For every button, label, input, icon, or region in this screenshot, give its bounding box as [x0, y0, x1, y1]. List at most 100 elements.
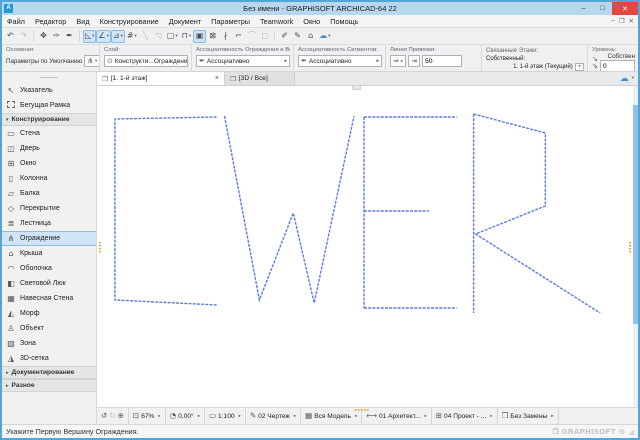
offset-input[interactable]: [422, 55, 462, 67]
section-misc[interactable]: ▸Разное: [2, 379, 96, 392]
railing-letter-C[interactable]: [115, 117, 218, 305]
partial-structure-icon[interactable]: ▦: [305, 412, 312, 420]
resize-grip[interactable]: ◢: [629, 428, 634, 436]
home-story-button[interactable]: ⌂: [304, 30, 317, 43]
fillet-button[interactable]: ⌒: [245, 30, 258, 43]
tool-shell[interactable]: ◠Оболочка: [2, 261, 96, 276]
vertical-scrollbar-thumb[interactable]: [633, 105, 638, 323]
vertical-scrollbar[interactable]: [633, 86, 638, 407]
pick-up-parameters-button[interactable]: ✑: [50, 30, 63, 43]
tool-stair[interactable]: ≣Лестница: [2, 216, 96, 231]
orientation-icon[interactable]: ◔: [170, 412, 177, 420]
modify-settings-button[interactable]: ✥: [37, 30, 50, 43]
undo-button[interactable]: ↶: [4, 30, 17, 43]
tool-door[interactable]: ◫Дверь: [2, 141, 96, 156]
zoom-in-button[interactable]: ⊕: [118, 412, 124, 420]
layout-select[interactable]: 04 Проект - ...: [444, 413, 486, 420]
menu-item-1[interactable]: Редактор: [30, 17, 71, 26]
story-select-button[interactable]: ▸: [575, 63, 584, 71]
offset-button[interactable]: ◻: [258, 30, 271, 43]
railing-drawing[interactable]: [97, 86, 638, 407]
menu-item-2[interactable]: Вид: [71, 17, 94, 26]
trim-button[interactable]: ⊠: [206, 30, 219, 43]
zoom-level-select[interactable]: 67%: [141, 413, 154, 420]
mdi-minimize-button[interactable]: –: [611, 17, 615, 25]
mdi-restore-button[interactable]: ❐: [619, 17, 625, 25]
plane-snap-button[interactable]: ◹: [152, 30, 165, 43]
minimize-button[interactable]: –: [574, 2, 593, 15]
tab-close-icon[interactable]: ×: [215, 75, 219, 82]
teamwork-cloud-icon[interactable]: ☁: [620, 74, 629, 84]
suspend-groups-toggle[interactable]: ▣: [193, 30, 206, 43]
tool-curtain-wall[interactable]: ▦Навесная Стена: [2, 291, 96, 306]
groups-toggle[interactable]: ▢▾: [165, 30, 180, 43]
tool-morph[interactable]: ◭Морф: [2, 306, 96, 321]
section-construction[interactable]: ▾Конструирование: [2, 113, 96, 126]
snap-points-toggle[interactable]: ⊿▾: [111, 30, 125, 43]
tab-3d-all[interactable]: ❒ [3D / Все]: [225, 72, 295, 85]
dimensions-icon[interactable]: ⟷: [366, 412, 377, 420]
renovation-icon[interactable]: ❐: [502, 412, 509, 420]
redo-button[interactable]: ↷: [17, 30, 30, 43]
floor-plan-canvas[interactable]: [97, 86, 638, 407]
tool-slab[interactable]: ◇Перекрытие: [2, 201, 96, 216]
tool-window[interactable]: ⊞Окно: [2, 156, 96, 171]
pen-set-icon[interactable]: ✎: [250, 412, 256, 420]
guide-lines-toggle[interactable]: ◺▾: [83, 30, 96, 43]
split-button[interactable]: ∤: [219, 30, 232, 43]
tool-beam[interactable]: ▱Балка: [2, 186, 96, 201]
tool-zone[interactable]: ▨Зона: [2, 336, 96, 351]
layer-select[interactable]: ⊙ Конструкти...Ограждение ▸: [104, 55, 188, 67]
menu-item-4[interactable]: Документ: [164, 17, 206, 26]
renovation-filter-select[interactable]: Без Замены: [510, 413, 547, 420]
fit-in-window-button[interactable]: ⊡: [133, 412, 139, 420]
tool-wall[interactable]: ▭Стена: [2, 126, 96, 141]
railing-letter-R-bowl-leg[interactable]: [474, 114, 601, 313]
menu-item-5[interactable]: Параметры: [206, 17, 255, 26]
title-bar[interactable]: A Без имени - GRAPHISOFT ARCHICAD-64 22 …: [2, 2, 638, 15]
menu-item-0[interactable]: Файл: [2, 17, 30, 26]
cloud-sync-button[interactable]: ☁▾: [317, 30, 332, 43]
offset-mode-button[interactable]: ⇥: [408, 55, 420, 67]
close-button[interactable]: ✕: [612, 2, 638, 15]
orientation-select[interactable]: 0,00°: [178, 413, 193, 420]
zoom-back-button[interactable]: ↺: [101, 412, 107, 420]
section-documentation[interactable]: ▸Документирование: [2, 366, 96, 379]
tab-floor-plan[interactable]: ❐ [1. 1-й этаж] ×: [97, 72, 225, 85]
windows-stack-icon[interactable]: ❐: [552, 428, 558, 436]
zoom-forward-button[interactable]: ↻: [109, 412, 115, 420]
markup-button[interactable]: ✐: [278, 30, 291, 43]
inject-parameters-button[interactable]: ✒: [63, 30, 76, 43]
adjust-button[interactable]: ⌐: [232, 30, 245, 43]
tool-marquee[interactable]: Бегущая Рамка: [2, 98, 96, 113]
snap-guides-toggle[interactable]: ∠▾: [96, 30, 110, 43]
dimensions-select[interactable]: 01 Архитект...: [379, 413, 421, 420]
reference-line-side-button[interactable]: ⇒ ▸: [390, 55, 406, 67]
structure-display-select[interactable]: Вся Модель: [314, 413, 351, 420]
tool-pointer[interactable]: ↖Указатель: [2, 83, 96, 98]
element-settings-button[interactable]: ⋔ ▾: [84, 55, 100, 67]
layout-icon[interactable]: ⊞: [436, 412, 442, 420]
tool-object[interactable]: ♙Объект: [2, 321, 96, 336]
gravity-button[interactable]: ╲: [139, 30, 152, 43]
level-input[interactable]: [600, 60, 635, 71]
assoc-segments-select[interactable]: ✒ Ассоциативно ▸: [298, 55, 382, 67]
tool-skylight[interactable]: ◧Световой Люк: [2, 276, 96, 291]
scale-select[interactable]: 1:100: [218, 413, 235, 420]
tool-railing[interactable]: ⋔Ограждение: [2, 231, 96, 246]
review-button[interactable]: ✎: [291, 30, 304, 43]
pen-set-select[interactable]: 02 Чертеж: [258, 413, 290, 420]
tool-roof[interactable]: ⌂Крыша: [2, 246, 96, 261]
menu-item-6[interactable]: Teamwork: [255, 17, 298, 26]
tool-column[interactable]: ▯Колонна: [2, 171, 96, 186]
tool-mesh[interactable]: ◮3D-сетка: [2, 351, 96, 366]
chevron-down-icon[interactable]: ▾: [632, 76, 634, 81]
toolbox-scroll-up[interactable]: [2, 72, 96, 83]
assoc-railing-select[interactable]: ✒ Ассоциативно ▸: [196, 55, 290, 67]
scale-icon[interactable]: ▭: [209, 412, 216, 420]
grid-snap-toggle[interactable]: #▾: [125, 30, 139, 43]
menu-item-8[interactable]: Помощь: [325, 17, 363, 26]
maximize-button[interactable]: □: [593, 2, 612, 15]
autogroup-toggle[interactable]: ⊓▾: [180, 30, 194, 43]
railing-letter-W[interactable]: [225, 116, 355, 303]
